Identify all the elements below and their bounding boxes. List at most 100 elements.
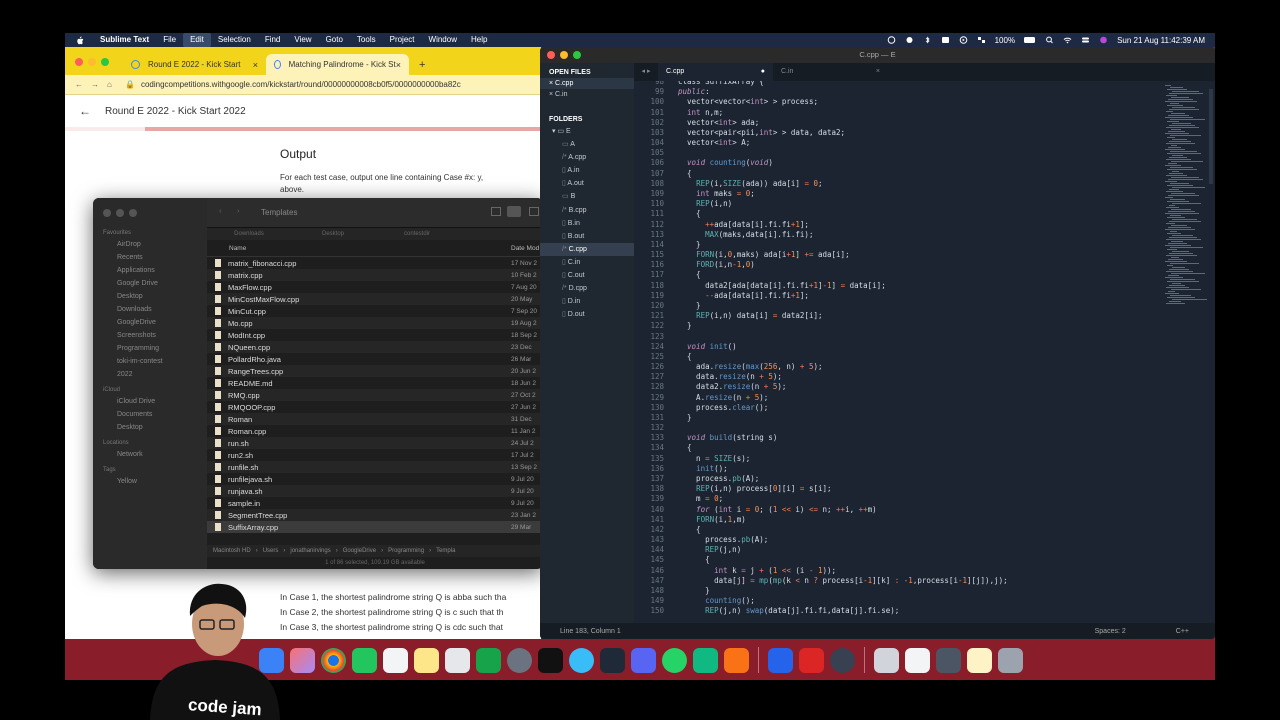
icon-view-icon[interactable] bbox=[491, 207, 501, 216]
sublime-text-icon[interactable] bbox=[724, 647, 749, 673]
folder-file-item[interactable]: /* C.cpp bbox=[540, 242, 634, 256]
zoom-window-button[interactable] bbox=[573, 51, 581, 59]
bluetooth-icon[interactable] bbox=[923, 36, 932, 44]
sidebar-item[interactable]: Recents bbox=[93, 251, 207, 264]
folder-file-item[interactable]: /* D.cpp bbox=[540, 282, 634, 295]
documents-stack-icon[interactable] bbox=[905, 647, 930, 673]
file-row[interactable]: run.sh 24 Jul 2 bbox=[207, 437, 543, 449]
file-row[interactable]: runjava.sh 9 Jul 20 bbox=[207, 485, 543, 497]
code-editor[interactable]: 98 class SuffixArray {99 public: 100 vector… bbox=[634, 81, 1158, 623]
sidebar-item[interactable]: iCloud Drive bbox=[93, 395, 207, 408]
tab-arrows-icon[interactable]: ◂ ▸ bbox=[634, 63, 658, 81]
folder-file-item[interactable]: ▯ C.in bbox=[540, 256, 634, 269]
sidebar-item[interactable]: GoogleDrive bbox=[93, 316, 207, 329]
sidebar-item[interactable]: Desktop bbox=[93, 290, 207, 303]
open-file-item[interactable]: × C.in bbox=[540, 89, 634, 100]
launchpad-icon[interactable] bbox=[290, 647, 315, 673]
folder-file-item[interactable]: ▯ A.in bbox=[540, 164, 634, 177]
file-row[interactable]: SuffixArray.cpp 29 Mar bbox=[207, 521, 543, 533]
sidebar-item[interactable]: AirDrop bbox=[93, 238, 207, 251]
editor-tab-active[interactable]: C.cpp ● bbox=[658, 63, 773, 81]
sidebar-item[interactable]: 2022 bbox=[93, 368, 207, 381]
folder-file-item[interactable]: ▭ B bbox=[540, 190, 634, 203]
messages-icon[interactable] bbox=[352, 647, 377, 673]
menu-project[interactable]: Project bbox=[383, 33, 422, 47]
path-segment[interactable]: GoogleDrive bbox=[343, 548, 376, 554]
whatsapp-icon[interactable] bbox=[662, 647, 687, 673]
column-view-icon[interactable] bbox=[529, 207, 539, 216]
file-row[interactable]: matrix.cpp 10 Feb 2 bbox=[207, 269, 543, 281]
sidebar-item[interactable]: Google Drive bbox=[93, 277, 207, 290]
menu-edit[interactable]: Edit bbox=[183, 33, 211, 47]
tab-close-icon[interactable]: × bbox=[876, 63, 880, 81]
sidebar-item[interactable]: Applications bbox=[93, 264, 207, 277]
zoom-window-button[interactable] bbox=[101, 58, 109, 66]
browser-tab[interactable]: Round E 2022 - Kick Start × bbox=[123, 54, 266, 75]
discord-icon[interactable] bbox=[631, 647, 656, 673]
file-row[interactable]: Roman 31 Dec bbox=[207, 413, 543, 425]
tab-close-icon[interactable]: × bbox=[396, 60, 401, 70]
path-segment[interactable]: jonathanirvings bbox=[290, 548, 330, 554]
syntax-setting[interactable]: C++ bbox=[1176, 628, 1189, 635]
minimize-window-button[interactable] bbox=[116, 209, 124, 217]
sidebar-item[interactable]: Network bbox=[93, 448, 207, 461]
editor-tab[interactable]: C.in × bbox=[773, 63, 888, 81]
list-view-icon[interactable] bbox=[507, 206, 521, 217]
dirty-dot-icon[interactable]: ● bbox=[761, 63, 765, 81]
file-row[interactable]: ModInt.cpp 18 Sep 2 bbox=[207, 329, 543, 341]
file-row[interactable]: PollardRho.java 26 Mar bbox=[207, 353, 543, 365]
folder-file-item[interactable]: ▭ A bbox=[540, 138, 634, 151]
tab-close-icon[interactable]: × bbox=[253, 60, 258, 70]
column-date[interactable]: Date Mod bbox=[511, 245, 543, 256]
menu-find[interactable]: Find bbox=[258, 33, 288, 47]
file-row[interactable]: RMQ.cpp 27 Oct 2 bbox=[207, 389, 543, 401]
home-icon[interactable]: ⌂ bbox=[107, 80, 112, 89]
open-file-item[interactable]: × C.cpp bbox=[540, 78, 634, 89]
menu-app-name[interactable]: Sublime Text bbox=[93, 33, 156, 47]
sidebar-item[interactable]: Downloads bbox=[93, 303, 207, 316]
siri-icon[interactable] bbox=[1099, 36, 1108, 44]
downloads-stack-icon[interactable] bbox=[874, 647, 899, 673]
file-row[interactable]: runfile.sh 13 Sep 2 bbox=[207, 461, 543, 473]
path-segment[interactable]: Users bbox=[263, 548, 279, 554]
path-tab[interactable]: Downloads bbox=[207, 228, 291, 240]
file-row[interactable]: Mo.cpp 19 Aug 2 bbox=[207, 317, 543, 329]
apple-icon[interactable] bbox=[75, 35, 85, 45]
minimize-window-button[interactable] bbox=[88, 58, 96, 66]
file-row[interactable]: MinCostMaxFlow.cpp 20 May bbox=[207, 293, 543, 305]
grid-icon[interactable] bbox=[977, 36, 986, 44]
path-segment[interactable]: Programming bbox=[388, 548, 424, 554]
folder-file-item[interactable]: ▯ B.out bbox=[540, 230, 634, 243]
file-row[interactable]: RMQOOP.cpp 27 Jun 2 bbox=[207, 401, 543, 413]
folder-item[interactable]: ▾ ▭ E bbox=[540, 125, 634, 138]
file-row[interactable]: MaxFlow.cpp 7 Aug 20 bbox=[207, 281, 543, 293]
forward-chevron-icon[interactable]: › bbox=[237, 206, 240, 215]
clock[interactable]: Sun 21 Aug 11:42:39 AM bbox=[1117, 36, 1205, 45]
menu-window[interactable]: Window bbox=[422, 33, 464, 47]
desktop-stack-icon[interactable] bbox=[967, 647, 992, 673]
path-tab[interactable]: Desktop bbox=[291, 228, 375, 240]
file-row[interactable]: Roman.cpp 11 Jan 2 bbox=[207, 425, 543, 437]
folder-file-item[interactable]: ▯ C.out bbox=[540, 269, 634, 282]
search-icon[interactable] bbox=[1045, 36, 1054, 44]
folder-file-item[interactable]: /* B.cpp bbox=[540, 204, 634, 217]
menu-selection[interactable]: Selection bbox=[211, 33, 258, 47]
url-field[interactable]: codingcompetitions.withgoogle.com/kickst… bbox=[141, 80, 541, 89]
folder-file-item[interactable]: ▯ D.out bbox=[540, 308, 634, 321]
sidebar-item[interactable]: Screenshots bbox=[93, 329, 207, 342]
path-tab[interactable] bbox=[459, 228, 543, 240]
obs-icon[interactable] bbox=[830, 647, 855, 673]
control-center-icon[interactable] bbox=[1081, 36, 1090, 44]
forward-arrow-icon[interactable]: → bbox=[91, 80, 99, 89]
folder-file-item[interactable]: ▯ A.out bbox=[540, 177, 634, 190]
path-segment[interactable]: Templa bbox=[436, 548, 455, 554]
telegram-icon[interactable] bbox=[569, 647, 594, 673]
screen-record-icon[interactable] bbox=[905, 36, 914, 44]
lock-icon[interactable]: 🔒 bbox=[125, 80, 135, 89]
menu-tools[interactable]: Tools bbox=[350, 33, 383, 47]
zoom-window-button[interactable] bbox=[129, 209, 137, 217]
menu-help[interactable]: Help bbox=[464, 33, 494, 47]
browser-tab-active[interactable]: Matching Palindrome - Kick St × bbox=[266, 54, 409, 75]
system-preferences-icon[interactable] bbox=[507, 647, 532, 673]
sidebar-item[interactable]: Documents bbox=[93, 408, 207, 421]
